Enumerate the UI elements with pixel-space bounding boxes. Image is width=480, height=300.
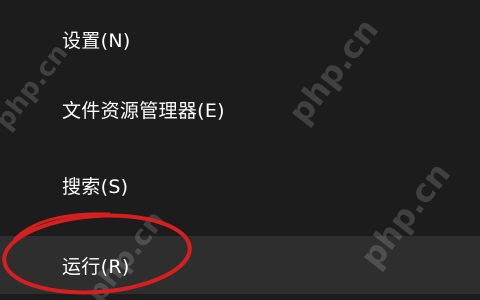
- menu-item-file-explorer[interactable]: 文件资源管理器(E): [0, 84, 480, 134]
- menu-item-settings-label: 设置(N): [62, 29, 131, 52]
- menu-item-search[interactable]: 搜索(S): [0, 160, 480, 210]
- menu-item-run-label: 运行(R): [62, 255, 130, 278]
- menu-item-file-explorer-label: 文件资源管理器(E): [62, 99, 225, 122]
- menu-item-search-label: 搜索(S): [62, 175, 129, 198]
- menu-item-run[interactable]: 运行(R): [0, 236, 480, 294]
- context-menu: 设置(N) 文件资源管理器(E) 搜索(S) 运行(R) php.cn php.…: [0, 0, 480, 300]
- menu-item-settings[interactable]: 设置(N): [0, 14, 480, 64]
